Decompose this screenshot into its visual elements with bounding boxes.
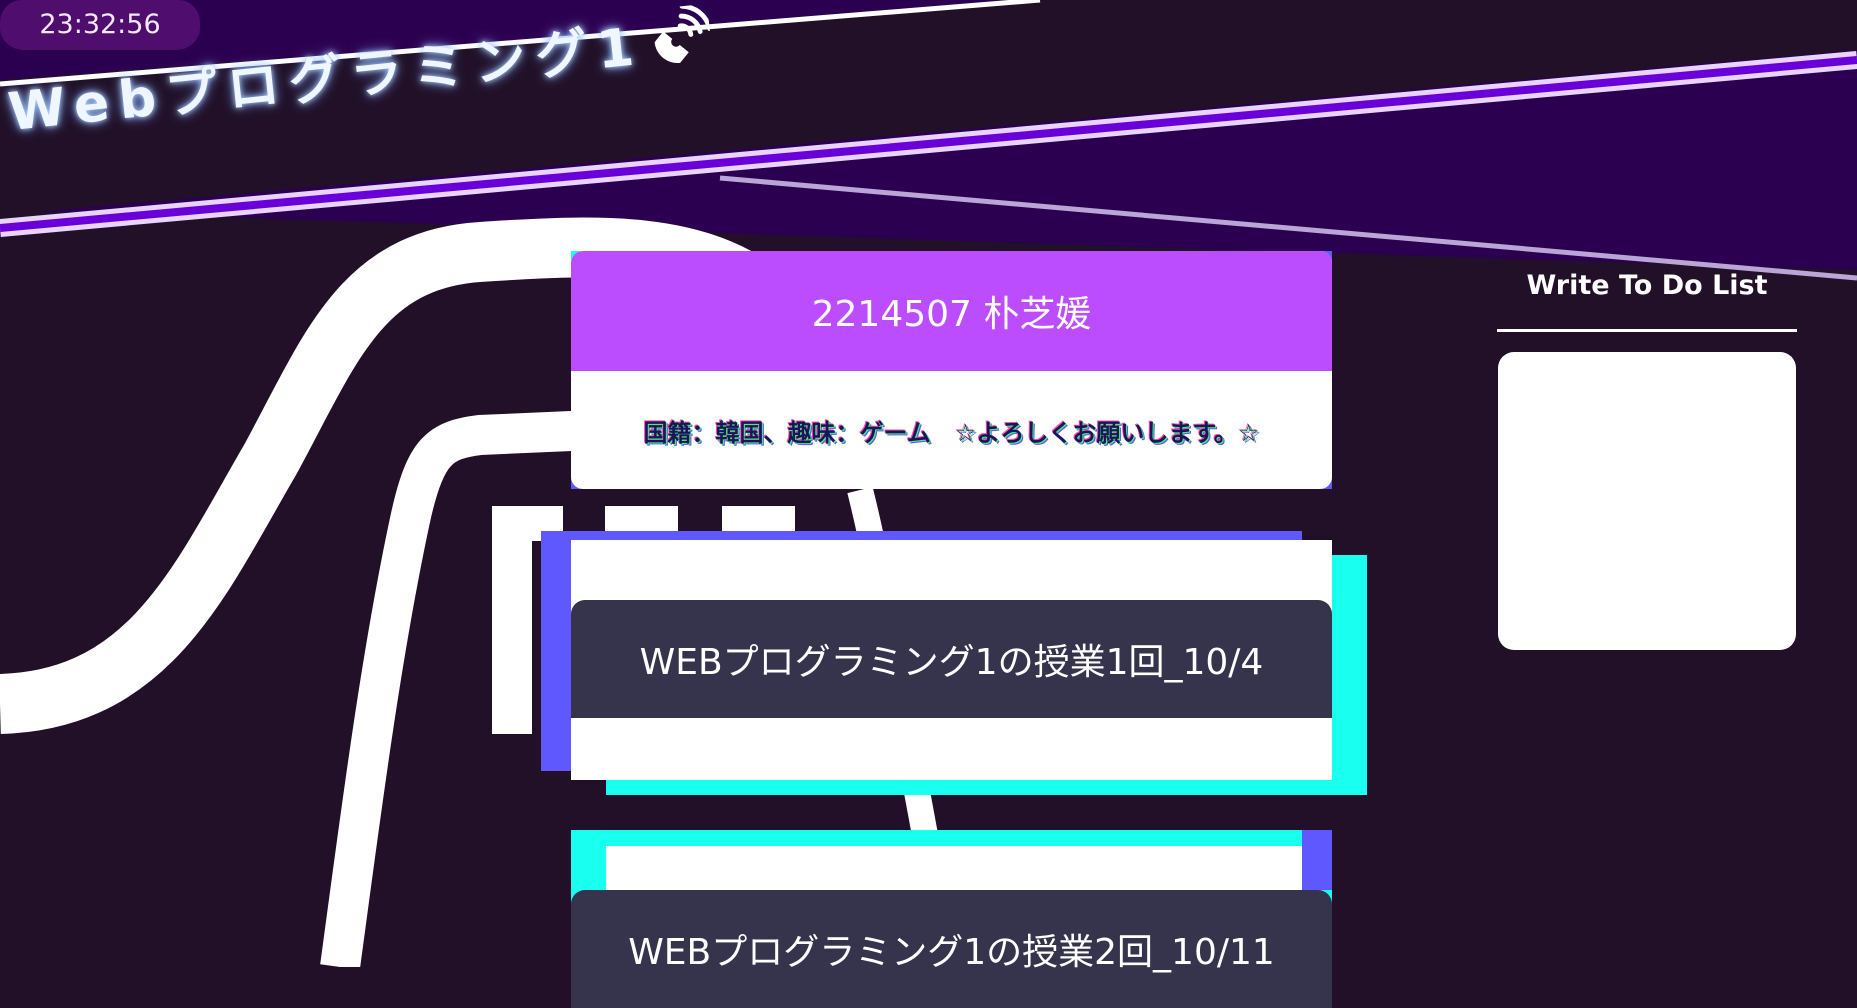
todo-title: Write To Do List xyxy=(1526,270,1768,301)
satellite-dish-icon xyxy=(654,3,713,63)
todo-sidebar: Write To Do List xyxy=(1497,260,1797,650)
profile-card: 2214507 朴芝媛 国籍：韓国、趣味：ゲーム ☆よろしくお願いします。☆ xyxy=(571,251,1332,489)
lesson-card-2-shadow-blue xyxy=(1302,830,1332,890)
profile-intro: 国籍：韓国、趣味：ゲーム ☆よろしくお願いします。☆ xyxy=(643,418,1260,447)
todo-list-box[interactable] xyxy=(1498,352,1796,650)
todo-divider xyxy=(1497,329,1797,332)
profile-name: 2214507 朴芝媛 xyxy=(571,251,1332,371)
clock: 23:32:56 xyxy=(0,0,200,50)
lesson-card-1-title[interactable]: WEBプログラミング1の授業1回_10/4 xyxy=(571,600,1332,718)
lesson-card-2-title[interactable]: WEBプログラミング1の授業2回_10/11 xyxy=(571,890,1332,1008)
